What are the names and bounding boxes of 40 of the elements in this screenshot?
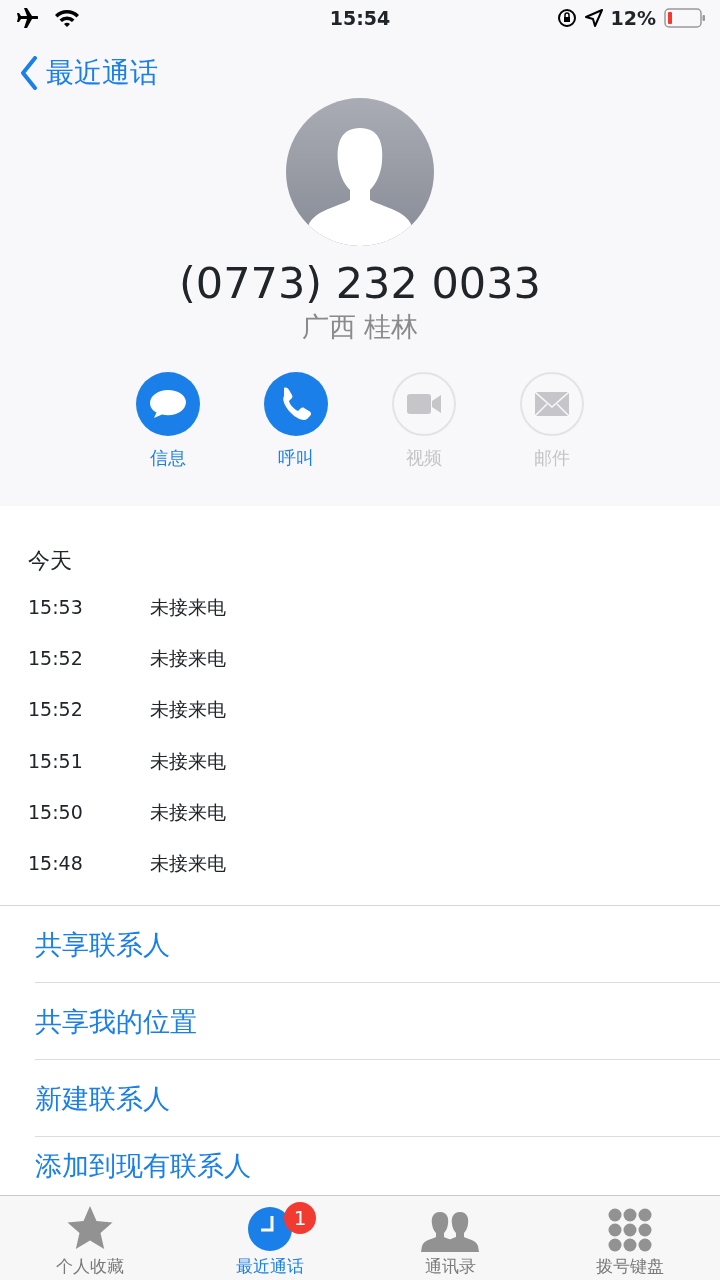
action-link[interactable]: 共享联系人 bbox=[35, 906, 720, 984]
message-action-button[interactable]: 信息 bbox=[104, 371, 232, 471]
call-type: 未接来电 bbox=[150, 851, 226, 877]
action-link[interactable]: 新建联系人 bbox=[35, 1060, 720, 1138]
call-type: 未接来电 bbox=[150, 594, 226, 620]
call-time: 15:51 bbox=[28, 748, 84, 774]
location-arrow-icon bbox=[584, 9, 603, 27]
speech-bubble-icon bbox=[150, 388, 186, 419]
tab-button[interactable]: 个人收藏 bbox=[0, 1196, 180, 1280]
video-camera-icon bbox=[407, 393, 441, 414]
call-time: 15:52 bbox=[28, 697, 84, 723]
call-type: 未接来电 bbox=[150, 697, 226, 723]
chevron-left-icon bbox=[20, 56, 38, 90]
action-link[interactable]: 共享我的位置 bbox=[35, 983, 720, 1061]
call-time: 15:48 bbox=[28, 851, 84, 877]
call-action-button[interactable]: 呼叫 bbox=[232, 371, 360, 471]
status-time: 15:54 bbox=[328, 5, 392, 31]
tab-button[interactable]: 最近通话 1 bbox=[180, 1196, 360, 1280]
notification-badge: 1 bbox=[284, 1202, 316, 1235]
section-heading: 今天 bbox=[27, 547, 73, 576]
tab-button[interactable]: 拨号键盘 bbox=[540, 1196, 720, 1280]
call-type: 未接来电 bbox=[150, 645, 226, 671]
call-time: 15:52 bbox=[28, 645, 84, 671]
envelope-icon bbox=[535, 391, 569, 416]
wifi-icon bbox=[54, 8, 80, 28]
battery-icon bbox=[664, 8, 706, 28]
tab-button[interactable]: 通讯录 bbox=[360, 1196, 540, 1280]
clock-icon bbox=[247, 1206, 293, 1253]
location-text: 广西 桂林 bbox=[301, 310, 419, 345]
back-button[interactable]: 最近通话 bbox=[0, 36, 178, 110]
airplane-icon bbox=[14, 7, 38, 29]
call-type: 未接来电 bbox=[150, 748, 226, 774]
phone-number: (0773) 232 0033 bbox=[179, 260, 541, 308]
call-type: 未接来电 bbox=[150, 799, 226, 825]
battery-percent: 12% bbox=[610, 5, 656, 31]
action-link[interactable]: 添加到现有联系人 bbox=[35, 1137, 720, 1196]
keypad-icon bbox=[608, 1208, 652, 1253]
call-time: 15:53 bbox=[28, 594, 84, 620]
rotation-lock-icon bbox=[556, 8, 577, 28]
call-time: 15:50 bbox=[28, 799, 84, 825]
